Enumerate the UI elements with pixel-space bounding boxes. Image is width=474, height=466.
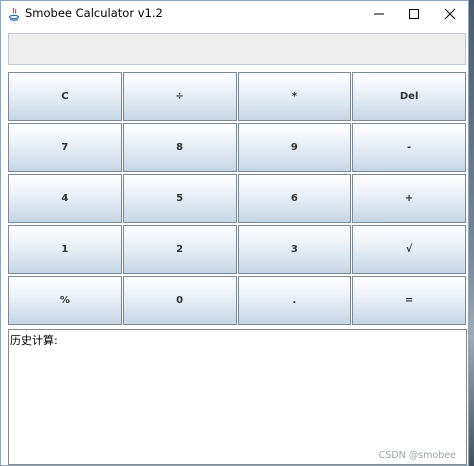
- history-panel[interactable]: 历史计算: CSDN @smobee: [8, 329, 467, 465]
- minimize-button[interactable]: [362, 1, 396, 26]
- decimal-point-button[interactable]: .: [237, 276, 352, 325]
- square-root-button[interactable]: √: [352, 225, 466, 274]
- add-button[interactable]: +: [352, 174, 466, 223]
- equals-button[interactable]: =: [352, 276, 466, 325]
- multiply-button[interactable]: *: [237, 72, 352, 121]
- digit-2-button[interactable]: 2: [122, 225, 237, 274]
- digit-3-button[interactable]: 3: [237, 225, 352, 274]
- title-bar[interactable]: Smobee Calculator v1.2: [1, 1, 468, 26]
- keypad: C ÷ * Del 7 8 9 - 4 5 6 + 1 2 3 √ % 0 . …: [8, 72, 467, 327]
- close-button[interactable]: [433, 1, 467, 26]
- history-label: 历史计算:: [10, 334, 58, 347]
- clear-button[interactable]: C: [8, 72, 122, 121]
- divide-button[interactable]: ÷: [122, 72, 237, 121]
- watermark-text: CSDN @smobee: [378, 450, 456, 461]
- delete-button[interactable]: Del: [352, 72, 466, 121]
- java-app-icon: [8, 6, 20, 21]
- maximize-button[interactable]: [397, 1, 431, 26]
- digit-8-button[interactable]: 8: [122, 123, 237, 172]
- percent-button[interactable]: %: [8, 276, 122, 325]
- minimize-icon: [374, 13, 384, 14]
- window-title: Smobee Calculator v1.2: [25, 6, 163, 20]
- close-icon: [444, 8, 456, 19]
- subtract-button[interactable]: -: [352, 123, 466, 172]
- digit-1-button[interactable]: 1: [8, 225, 122, 274]
- digit-6-button[interactable]: 6: [237, 174, 352, 223]
- digit-0-button[interactable]: 0: [122, 276, 237, 325]
- calculator-window: Smobee Calculator v1.2 C ÷ * Del 7 8 9 -…: [0, 0, 469, 466]
- digit-7-button[interactable]: 7: [8, 123, 122, 172]
- digit-9-button[interactable]: 9: [237, 123, 352, 172]
- maximize-icon: [409, 8, 419, 19]
- digit-5-button[interactable]: 5: [122, 174, 237, 223]
- digit-4-button[interactable]: 4: [8, 174, 122, 223]
- calculator-display[interactable]: [8, 33, 466, 65]
